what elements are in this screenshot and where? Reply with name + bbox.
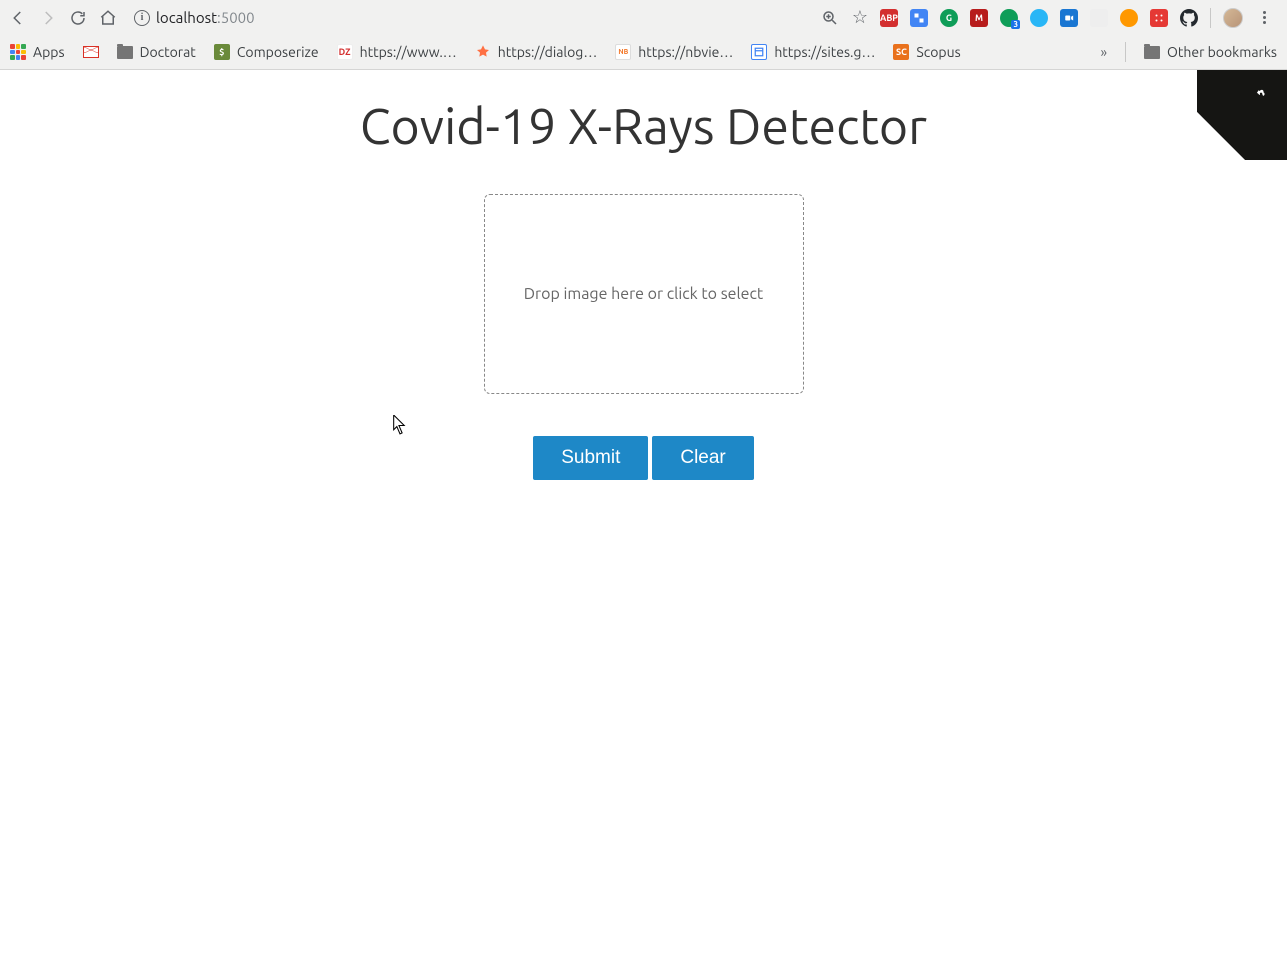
favicon: SC [893, 44, 909, 60]
octocat-icon [1247, 82, 1275, 110]
toolbar-divider [1210, 8, 1211, 28]
bookmark-label: Composerize [237, 44, 319, 60]
clear-button[interactable]: Clear [652, 436, 753, 480]
site-info-icon[interactable]: i [134, 10, 150, 26]
url-host: localhost [156, 9, 217, 26]
other-bookmarks[interactable]: Other bookmarks [1144, 44, 1277, 60]
adblock-icon[interactable]: ABP [880, 9, 898, 27]
url-text: localhost:5000 [156, 9, 255, 26]
bookmark-label: https://www.… [360, 44, 457, 60]
browser-menu-icon[interactable] [1255, 11, 1273, 24]
bookmarks-bar: Apps Doctorat $ Composerize DZ https://w… [0, 35, 1287, 69]
forward-button[interactable] [38, 8, 58, 28]
github-corner[interactable] [1197, 70, 1287, 160]
favicon: $ [214, 44, 230, 60]
zoom-icon[interactable] [820, 8, 840, 28]
scopus-bookmark[interactable]: SC Scopus [893, 44, 960, 60]
bookmark-label: Scopus [916, 44, 960, 60]
main-container: Covid-19 X-Rays Detector Drop image here… [194, 70, 1094, 480]
toolbar-right: ☆ ABP G M 3 [820, 7, 1279, 28]
bookmark-label: Doctorat [140, 44, 196, 60]
extension-icon-1[interactable] [1030, 9, 1048, 27]
nav-toolbar: i localhost:5000 ☆ ABP G M 3 [0, 0, 1287, 35]
bookmark-label: https://nbvie… [638, 44, 733, 60]
back-button[interactable] [8, 8, 28, 28]
favicon [751, 44, 767, 60]
favicon: DZ [337, 44, 353, 60]
page-content: Covid-19 X-Rays Detector Drop image here… [0, 70, 1287, 963]
bookmark-label: Apps [33, 44, 65, 60]
home-button[interactable] [98, 8, 118, 28]
bookmarks-divider [1125, 42, 1126, 62]
doctorat-bookmark[interactable]: Doctorat [117, 44, 196, 60]
bookmark-label: Other bookmarks [1167, 44, 1277, 60]
composerize-bookmark[interactable]: $ Composerize [214, 44, 319, 60]
extension-icon-3[interactable] [1120, 9, 1138, 27]
translate-icon[interactable] [910, 9, 928, 27]
address-bar[interactable]: i localhost:5000 [134, 4, 810, 32]
gmail-bookmark[interactable] [83, 46, 99, 58]
gmail-icon [83, 46, 99, 58]
github-icon[interactable] [1180, 9, 1198, 27]
extension-badge-icon[interactable]: 3 [1000, 9, 1018, 27]
dropzone-text: Drop image here or click to select [524, 285, 763, 303]
grammarly-icon[interactable]: G [940, 9, 958, 27]
folder-icon [117, 46, 133, 59]
dz-bookmark[interactable]: DZ https://www.… [337, 44, 457, 60]
bookmark-label: https://sites.g… [774, 44, 875, 60]
page-title: Covid-19 X-Rays Detector [194, 98, 1094, 154]
submit-button[interactable]: Submit [533, 436, 648, 480]
bookmark-label: https://dialog… [498, 44, 598, 60]
zoom-ext-icon[interactable] [1060, 9, 1078, 27]
nbviewer-bookmark[interactable]: NB https://nbvie… [615, 44, 733, 60]
favicon: NB [615, 44, 631, 60]
reload-button[interactable] [68, 8, 88, 28]
bookmarks-overflow[interactable]: » [1100, 44, 1107, 60]
image-dropzone[interactable]: Drop image here or click to select [484, 194, 804, 394]
dialog-bookmark[interactable]: https://dialog… [475, 44, 598, 60]
browser-chrome: i localhost:5000 ☆ ABP G M 3 [0, 0, 1287, 70]
star-icon[interactable]: ☆ [852, 7, 868, 28]
favicon [475, 44, 491, 60]
profile-avatar[interactable] [1223, 8, 1243, 28]
button-row: Submit Clear [194, 436, 1094, 480]
mendeley-icon[interactable]: M [970, 9, 988, 27]
extension-icon-2[interactable] [1090, 9, 1108, 27]
apps-grid-icon [10, 44, 26, 60]
sites-bookmark[interactable]: https://sites.g… [751, 44, 875, 60]
extension-icon-4[interactable] [1150, 9, 1168, 27]
apps-bookmark[interactable]: Apps [10, 44, 65, 60]
folder-icon [1144, 46, 1160, 59]
url-port: :5000 [217, 9, 255, 26]
